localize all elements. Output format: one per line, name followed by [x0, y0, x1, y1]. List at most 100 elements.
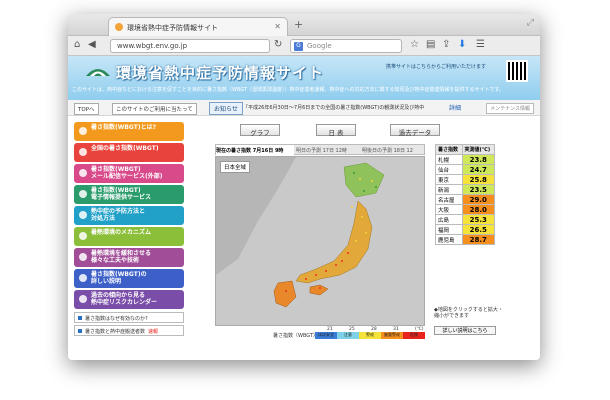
menu-item-1[interactable]: 全国の暑さ指数(WBGT) [74, 143, 184, 162]
reload-icon[interactable]: ↻ [274, 39, 282, 50]
share-icon[interactable]: ⇪ [442, 39, 450, 50]
forecast-tabs: 現在の暑さ指数 7月16日 9時 明日の予測 17日 12時 明後日の予測 18… [215, 144, 425, 155]
browser-window: 環境省熱中症予防情報サイト ✕ + ⤢ ⌂ ◀ www.wbgt.env.go.… [68, 14, 540, 360]
menu-item-3[interactable]: 暑さ指数(WBGT) 電子情報提供サービス [74, 185, 184, 204]
notice-button[interactable]: お知らせ [209, 102, 243, 115]
table-row: 新潟 23.5 [435, 184, 496, 195]
download-icon[interactable]: ⬇ [458, 39, 466, 50]
tab-daily-table[interactable]: 日 表 [316, 124, 356, 137]
menu-item-2[interactable]: 暑さ指数(WBGT) メール配信サービス(外部) [74, 164, 184, 183]
tab-tomorrow[interactable]: 明日の予測 17日 12時 [296, 145, 360, 155]
menu-item-icon [79, 127, 87, 135]
table-header-city: 暑さ指数 [435, 144, 463, 155]
menu-item-label: 熱中症の予防方法と 対処方法 [91, 208, 146, 222]
tab-tomorrow-label: 明日の予測 [296, 148, 322, 154]
menu-item-label: 暑さ指数(WBGT) メール配信サービス(外部) [91, 166, 163, 180]
ministry-logo-icon [86, 69, 110, 76]
menu-item-5[interactable]: 暑熱環境のメカニズム [74, 227, 184, 246]
city-cell[interactable]: 鹿児島 [435, 234, 463, 245]
site-banner: 環境省熱中症予防情報サイト 携帯サイトはこちらからご利用いただけます このサイト… [68, 56, 540, 100]
reader-icon[interactable]: ▤ [426, 39, 435, 50]
tab-title: 環境省熱中症予防情報サイト [127, 24, 218, 32]
new-tab-icon[interactable]: + [294, 18, 303, 31]
city-cell[interactable]: 札幌 [435, 154, 463, 165]
legend-level: 厳重警戒 [381, 332, 403, 339]
city-cell[interactable]: 東京 [435, 174, 463, 185]
japan-map-graphic [216, 157, 424, 325]
city-cell[interactable]: 福岡 [435, 224, 463, 235]
explain-button[interactable]: 詳しい説明はこちら [434, 326, 496, 335]
value-cell: 23.8 [461, 154, 496, 165]
wbgt-table: 暑さ指数 実測値(℃) 札幌 23.8 仙台 24.7 東京 25.8 新潟 23.5 名古屋 2… [435, 144, 496, 245]
info-bar: TOPへ このサイトのご利用に当たって お知らせ 「平成26年6月30日〜7月6… [68, 100, 540, 116]
table-row: 名古屋 29.0 [435, 194, 496, 205]
menu-item-icon [79, 190, 87, 198]
map-help-note: ◆地図をクリックすると拡大・縮小ができます [434, 307, 503, 319]
table-row: 仙台 24.7 [435, 164, 496, 175]
search-input[interactable]: G Google [290, 39, 402, 53]
value-cell: 23.5 [461, 184, 496, 195]
table-row: 札幌 23.8 [435, 154, 496, 165]
tab-graph[interactable]: グラフ [240, 124, 280, 137]
site-title[interactable]: 環境省熱中症予防情報サイト [116, 62, 324, 83]
side-link-label: 暑さ指数はなぜ有効なのか? [85, 316, 148, 322]
table-row: 福岡 26.5 [435, 224, 496, 235]
legend-level: 危険 [403, 332, 425, 339]
favicon-icon [115, 23, 123, 31]
menu-item-label: 暑さ指数(WBGT)とは? [91, 124, 157, 131]
city-cell[interactable]: 大阪 [435, 204, 463, 215]
menu-item-0[interactable]: 暑さ指数(WBGT)とは? [74, 122, 184, 141]
legend-level: 警戒 [359, 332, 381, 339]
table-row: 広島 25.3 [435, 214, 496, 225]
back-icon[interactable]: ◀ [88, 39, 96, 50]
tab-past-data[interactable]: 過去データ [390, 124, 440, 137]
tab-day-after[interactable]: 明後日の予測 18日 12 [362, 145, 426, 155]
menu-item-label: 暑さ指数(WBGT)の 詳しい説明 [91, 271, 147, 285]
menu-item-7[interactable]: 暑さ指数(WBGT)の 詳しい説明 [74, 269, 184, 288]
side-link-badge: 速報 [148, 329, 159, 335]
home-icon[interactable]: ⌂ [74, 39, 80, 50]
star-icon[interactable]: ☆ [410, 39, 419, 50]
browser-tab[interactable]: 環境省熱中症予防情報サイト ✕ [108, 17, 288, 36]
search-placeholder: Google [307, 42, 332, 50]
menu-item-4[interactable]: 熱中症の予防方法と 対処方法 [74, 206, 184, 225]
city-cell[interactable]: 広島 [435, 214, 463, 225]
mobile-site-link[interactable]: 携帯サイトはこちらからご利用いただけます [386, 63, 486, 70]
city-cell[interactable]: 新潟 [435, 184, 463, 195]
url-bar[interactable]: www.wbgt.env.go.jp [110, 39, 270, 53]
table-row: 東京 25.8 [435, 174, 496, 185]
tab-current[interactable]: 現在の暑さ指数 7月16日 9時 [216, 145, 294, 155]
value-cell: 25.3 [461, 214, 496, 225]
city-cell[interactable]: 名古屋 [435, 194, 463, 205]
value-cell: 28.7 [461, 234, 496, 245]
japan-map[interactable]: 日本全域 [215, 156, 425, 326]
side-link-label: 暑さ指数と熱中症搬送者数 [85, 329, 146, 335]
site-usage-link[interactable]: このサイトのご利用に当たって [112, 103, 197, 115]
menu-item-8[interactable]: 過去の傾向から見る 熱中症リスクカレンダー [74, 290, 184, 309]
fullscreen-icon[interactable]: ⤢ [527, 18, 534, 28]
menu-item-6[interactable]: 暑熱環境を緩和させる 様々な工夫や技術 [74, 248, 184, 267]
city-cell[interactable]: 仙台 [435, 164, 463, 175]
menu-item-icon [79, 295, 87, 303]
site-description: このサイトは、熱中症などにおける注意を促すことを目的に暑さ指数（WBGT（湿球黒… [72, 87, 505, 93]
tab-day-after-label: 明後日の予測 [362, 148, 393, 154]
menu-item-icon [79, 274, 87, 282]
close-tab-icon[interactable]: ✕ [274, 22, 281, 31]
maintenance-button[interactable]: メンテナンス情報 [486, 103, 534, 114]
notice-text: 「平成26年6月30日〜7月6日までの全国の暑さ指数(WBGT)の観測状況及び熱… [243, 105, 425, 111]
bullet-icon [78, 316, 82, 320]
value-cell: 28.0 [461, 204, 496, 215]
tab-current-time: 7月16日 9時 [252, 148, 284, 154]
legend-level: ほぼ安全 [315, 332, 337, 339]
region-label[interactable]: 日本全域 [220, 161, 251, 173]
menu-icon[interactable]: ☰ [476, 39, 485, 50]
side-link-1[interactable]: 暑さ指数と熱中症搬送者数 速報 [74, 325, 184, 336]
value-cell: 25.8 [461, 174, 496, 185]
top-button[interactable]: TOPへ [74, 103, 99, 115]
menu-item-icon [79, 211, 87, 219]
menu-item-icon [79, 169, 87, 177]
menu-item-icon [79, 253, 87, 261]
detail-link[interactable]: 詳細 [449, 103, 461, 112]
side-link-0[interactable]: 暑さ指数はなぜ有効なのか? [74, 312, 184, 323]
main-content: 暑さ指数(WBGT)とは? 全国の暑さ指数(WBGT) 暑さ指数(WBGT) メール… [68, 116, 540, 340]
